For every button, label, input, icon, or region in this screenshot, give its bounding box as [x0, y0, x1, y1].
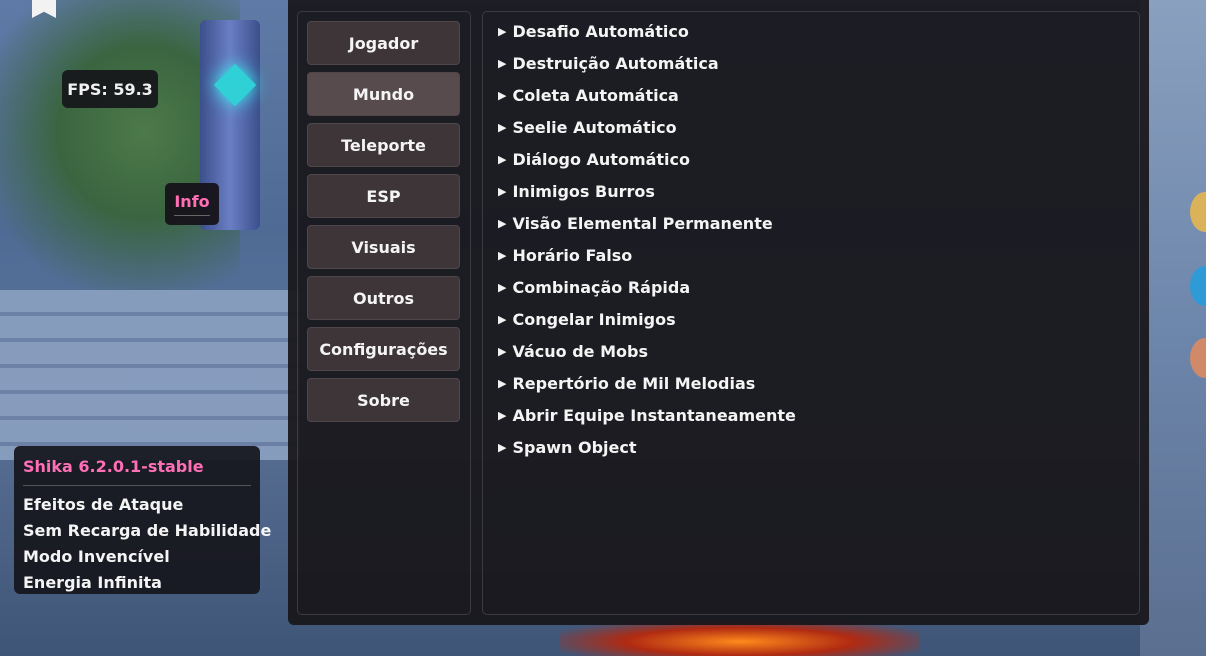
feature-label: Horário Falso — [512, 245, 633, 265]
feature-row[interactable]: ▶ Seelie Automático — [498, 115, 677, 139]
triangle-right-icon: ▶ — [498, 56, 507, 70]
triangle-right-icon: ▶ — [498, 248, 507, 262]
feature-label: Repertório de Mil Melodias — [512, 373, 756, 393]
feature-label: Inimigos Burros — [512, 181, 655, 201]
tab-label: Outros — [352, 288, 415, 308]
triangle-right-icon: ▶ — [498, 152, 507, 166]
active-feature: Modo Invencível — [23, 547, 170, 566]
feature-row[interactable]: ▶ Coleta Automática — [498, 83, 679, 107]
tab-mundo[interactable]: Mundo — [307, 72, 460, 116]
active-feature: Sem Recarga de Habilidade — [23, 521, 272, 540]
tab-visuais[interactable]: Visuais — [307, 225, 460, 269]
tab-label: Configurações — [319, 339, 448, 359]
version-label: Shika 6.2.0.1-stable — [23, 457, 204, 476]
tab-sobre[interactable]: Sobre — [307, 378, 460, 422]
tab-label: Jogador — [348, 33, 419, 53]
feature-label: Destruição Automática — [512, 53, 719, 73]
divider — [23, 485, 251, 486]
tab-label: Teleporte — [341, 135, 426, 155]
info-label: Info — [174, 192, 210, 211]
tab-outros[interactable]: Outros — [307, 276, 460, 320]
feature-label: Coleta Automática — [512, 85, 679, 105]
tab-label: Visuais — [351, 237, 416, 257]
tab-esp[interactable]: ESP — [307, 174, 460, 218]
tab-label: Mundo — [352, 84, 415, 104]
info-button[interactable]: Info — [165, 183, 219, 225]
feature-row[interactable]: ▶ Spawn Object — [498, 435, 637, 459]
feature-row[interactable]: ▶ Diálogo Automático — [498, 147, 690, 171]
triangle-right-icon: ▶ — [498, 24, 507, 38]
feature-label: Congelar Inimigos — [512, 309, 676, 329]
feature-row[interactable]: ▶ Inimigos Burros — [498, 179, 655, 203]
background-character-fire — [560, 620, 920, 656]
triangle-right-icon: ▶ — [498, 120, 507, 134]
tab-configuracoes[interactable]: Configurações — [307, 327, 460, 371]
tab-label: Sobre — [357, 390, 410, 410]
feature-row[interactable]: ▶ Vácuo de Mobs — [498, 339, 648, 363]
triangle-right-icon: ▶ — [498, 312, 507, 326]
feature-row[interactable]: ▶ Abrir Equipe Instantaneamente — [498, 403, 796, 427]
background-steps — [0, 290, 300, 460]
triangle-right-icon: ▶ — [498, 440, 507, 454]
feature-row[interactable]: ▶ Visão Elemental Permanente — [498, 211, 773, 235]
feature-label: Seelie Automático — [512, 117, 677, 137]
triangle-right-icon: ▶ — [498, 408, 507, 422]
feature-row[interactable]: ▶ Combinação Rápida — [498, 275, 690, 299]
active-feature: Efeitos de Ataque — [23, 495, 184, 514]
tab-label: ESP — [366, 186, 401, 206]
feature-label: Combinação Rápida — [512, 277, 691, 297]
triangle-right-icon: ▶ — [498, 184, 507, 198]
fps-text: FPS: 59.3 — [67, 79, 153, 99]
feature-row[interactable]: ▶ Desafio Automático — [498, 19, 689, 43]
feature-label: Abrir Equipe Instantaneamente — [512, 405, 796, 425]
background-wall — [1140, 0, 1206, 656]
feature-row[interactable]: ▶ Congelar Inimigos — [498, 307, 676, 331]
triangle-right-icon: ▶ — [498, 344, 507, 358]
feature-label: Diálogo Automático — [512, 149, 691, 169]
info-underline — [174, 215, 210, 216]
feature-row[interactable]: ▶ Repertório de Mil Melodias — [498, 371, 755, 395]
feature-label: Desafio Automático — [512, 21, 689, 41]
triangle-right-icon: ▶ — [498, 280, 507, 294]
feature-label: Spawn Object — [512, 437, 637, 457]
feature-row[interactable]: ▶ Destruição Automática — [498, 51, 719, 75]
triangle-right-icon: ▶ — [498, 88, 507, 102]
feature-label: Visão Elemental Permanente — [512, 213, 773, 233]
triangle-right-icon: ▶ — [498, 376, 507, 390]
tab-teleporte[interactable]: Teleporte — [307, 123, 460, 167]
fps-counter: FPS: 59.3 — [62, 70, 158, 108]
triangle-right-icon: ▶ — [498, 216, 507, 230]
active-feature: Energia Infinita — [23, 573, 162, 592]
feature-label: Vácuo de Mobs — [512, 341, 648, 361]
feature-row[interactable]: ▶ Horário Falso — [498, 243, 632, 267]
status-overlay: Shika 6.2.0.1-stable Efeitos de Ataque S… — [14, 446, 272, 594]
tab-jogador[interactable]: Jogador — [307, 21, 460, 65]
